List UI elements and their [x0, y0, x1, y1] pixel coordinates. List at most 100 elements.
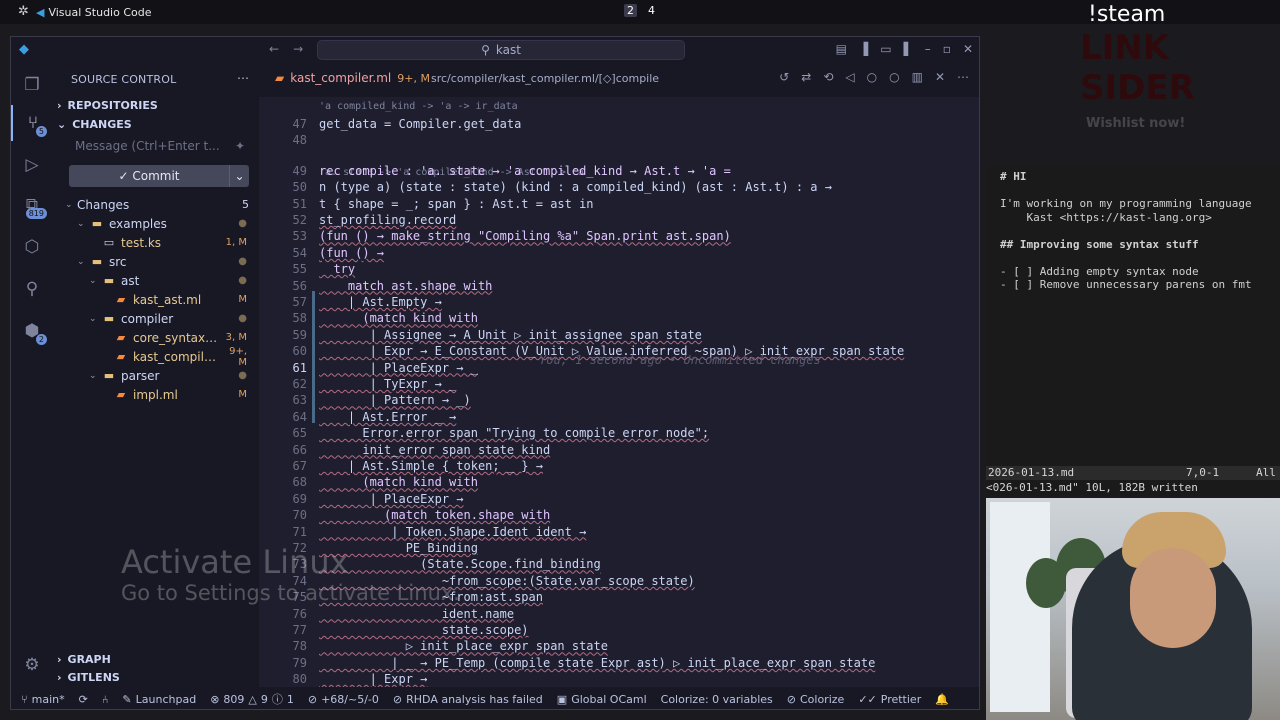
vim-message-line: <026-01-13.md" 10L, 182B written: [986, 481, 1198, 494]
git-compare-icon[interactable]: ⟲: [823, 70, 833, 84]
source-control-icon[interactable]: ⑂ 5: [11, 105, 53, 141]
minimize-icon[interactable]: –: [925, 42, 931, 56]
more-actions-icon[interactable]: ⋯: [237, 71, 249, 85]
line-number: 58: [292, 311, 307, 326]
run-debug-icon[interactable]: ▷: [11, 147, 53, 183]
sync-icon[interactable]: ⟳: [79, 693, 88, 706]
tree-folder[interactable]: ⌄ ▬ src ●: [53, 252, 259, 271]
line-number: 53: [292, 229, 307, 244]
previous-change-icon[interactable]: ○: [867, 70, 877, 84]
colorize-item[interactable]: ⊘ Colorize: [787, 693, 845, 706]
tree-folder[interactable]: ⌄ ▬ examples ●: [53, 214, 259, 233]
ocaml-switch-item[interactable]: ▣ Global OCaml: [557, 693, 647, 706]
gear-icon[interactable]: ✲: [18, 4, 29, 19]
tab-kast-compiler[interactable]: ▰ kast_compiler.ml 9+, M: [275, 71, 430, 85]
line-number: 70: [292, 508, 307, 523]
commit-dropdown-icon[interactable]: ⌄: [229, 165, 249, 187]
tree-item-label: examples: [109, 216, 167, 231]
terminal-line: Kast <https://kast-lang.org>: [1000, 210, 1212, 224]
toggle-secondary-icon[interactable]: ▌: [904, 42, 913, 56]
editor-toolbar: ↺ ⇄ ⟲ ◁ ○ ○ ▥ ✕ ⋯: [779, 70, 969, 84]
tree-folder[interactable]: ⌄ ▬ compiler ●: [53, 309, 259, 328]
code-line: (State.Scope.find_binding: [319, 557, 601, 572]
folder-icon: ▬: [103, 274, 115, 287]
sparkle-icon[interactable]: ✦: [235, 139, 245, 155]
chevron-down-icon: ⌄: [65, 199, 73, 210]
launchpad-item[interactable]: ✎ Launchpad: [122, 693, 196, 706]
alert-icon: ⊘: [392, 692, 403, 706]
line-number: 63: [292, 393, 307, 408]
code-line: get_data = Compiler.get_data: [319, 117, 522, 131]
graph-icon[interactable]: ⑃: [102, 693, 109, 706]
forward-arrow-icon[interactable]: →: [293, 42, 303, 56]
search-icon[interactable]: ⚲: [11, 271, 53, 307]
command-center-search[interactable]: ⚲ kast: [317, 40, 685, 60]
check-icon: ✓: [118, 169, 129, 183]
webcam-feed: [986, 498, 1280, 720]
vscode-small-icon: ◀: [36, 5, 45, 19]
tree-folder[interactable]: ⌄ ▬ parser ●: [53, 366, 259, 385]
workspace-item[interactable]: 2: [624, 4, 637, 17]
code-line: n (type a) (state : state) (kind : a com…: [319, 180, 832, 195]
colorize-vars-item[interactable]: Colorize: 0 variables: [661, 693, 773, 706]
line-number: 49: [292, 163, 307, 178]
explorer-icon[interactable]: ❐: [11, 67, 53, 103]
workspace-item[interactable]: 4: [645, 4, 658, 17]
terminal-line: - [ ] Adding empty syntax node: [1000, 264, 1199, 278]
next-change-icon[interactable]: ○: [889, 70, 899, 84]
game-title-line2: SIDER: [1080, 68, 1195, 108]
code-line: Error.error span "Trying to compile erro…: [319, 426, 710, 441]
tree-file[interactable]: ▰ impl.ml M: [53, 385, 259, 404]
line-number: 54: [292, 245, 307, 260]
branch-item[interactable]: ⑂ main*: [21, 693, 65, 706]
code-view[interactable]: 'a compiled_kind -> 'a -> ir_data 'a. st…: [121, 97, 979, 687]
chevron-right-icon: ›: [57, 671, 62, 684]
tree-file[interactable]: ▭ test.ks 1, M: [53, 233, 259, 252]
close-tab-icon[interactable]: ✕: [935, 70, 945, 84]
repositories-section[interactable]: › REPOSITORIES: [57, 99, 158, 112]
toggle-sidebar-icon[interactable]: ▐: [859, 42, 868, 56]
source-control-badge: 5: [35, 126, 47, 137]
toggle-panel-icon[interactable]: ▭: [880, 42, 891, 56]
close-icon[interactable]: ✕: [963, 42, 973, 56]
split-editor-icon[interactable]: ▥: [912, 70, 923, 84]
compare-icon[interactable]: ⇄: [801, 70, 811, 84]
gitlens-section[interactable]: › GITLENS: [57, 671, 120, 684]
changes-section[interactable]: ⌄ CHANGES: [57, 118, 132, 131]
tree-file[interactable]: ▰ kast_compiler... 9+, M: [53, 346, 259, 368]
code-line: match ast.shape with: [319, 278, 493, 293]
notifications-bell-icon[interactable]: 🔔: [935, 693, 949, 706]
error-icon: ⊗: [210, 692, 220, 706]
tree-file[interactable]: ▰ kast_ast.ml M: [53, 290, 259, 309]
more-actions-icon[interactable]: ⋯: [957, 70, 969, 84]
changes-group[interactable]: ⌄ Changes 5: [53, 195, 259, 214]
remote-explorer-icon[interactable]: ⬢ 2: [11, 313, 53, 349]
diff-stats-item[interactable]: ⊘ +68/~5/-0: [308, 693, 379, 706]
settings-gear-icon[interactable]: ⚙: [11, 647, 53, 683]
breadcrumb[interactable]: src/compiler/kast_compiler.ml/[◇]compile: [431, 72, 659, 85]
extensions-badge: 819: [25, 208, 47, 219]
code-line: ident.name: [319, 606, 515, 621]
rocket-icon: ✎: [122, 692, 132, 706]
code-line: | Ast.Simple { token; _ } →: [319, 459, 543, 473]
extensions-icon[interactable]: ⧉ 819: [11, 187, 53, 223]
line-number: 60: [292, 344, 307, 359]
tree-file[interactable]: ▰ core_syntax.ml 3, M: [53, 328, 259, 347]
rhda-item[interactable]: ⊘ RHDA analysis has failed: [393, 693, 543, 706]
tree-folder[interactable]: ⌄ ▬ ast ●: [53, 271, 259, 290]
edit-icon: ⊘: [307, 692, 318, 706]
maximize-icon[interactable]: ▫: [943, 42, 951, 56]
code-line: rec compile : 'a. state → 'a compiled_ki…: [319, 163, 731, 178]
modified-dot-icon: ●: [238, 218, 247, 229]
layout-icon[interactable]: ▤: [836, 42, 847, 56]
back-arrow-icon[interactable]: ←: [269, 42, 279, 56]
problems-item[interactable]: ⊗ 809 △ 9 ⓘ 1: [210, 691, 294, 707]
containers-icon[interactable]: ⬡: [11, 229, 53, 265]
terminal-vim-window[interactable]: # HI I'm working on my programming langua…: [986, 166, 1280, 496]
commit-message-input[interactable]: Message (Ctrl+Enter t... ✦: [69, 135, 251, 159]
graph-section[interactable]: › GRAPH: [57, 653, 111, 666]
timeline-icon[interactable]: ↺: [779, 70, 789, 84]
revert-icon[interactable]: ◁: [845, 70, 854, 84]
prettier-item[interactable]: ✓✓ Prettier: [858, 693, 921, 706]
commit-button[interactable]: ✓ Commit ⌄: [69, 165, 249, 187]
